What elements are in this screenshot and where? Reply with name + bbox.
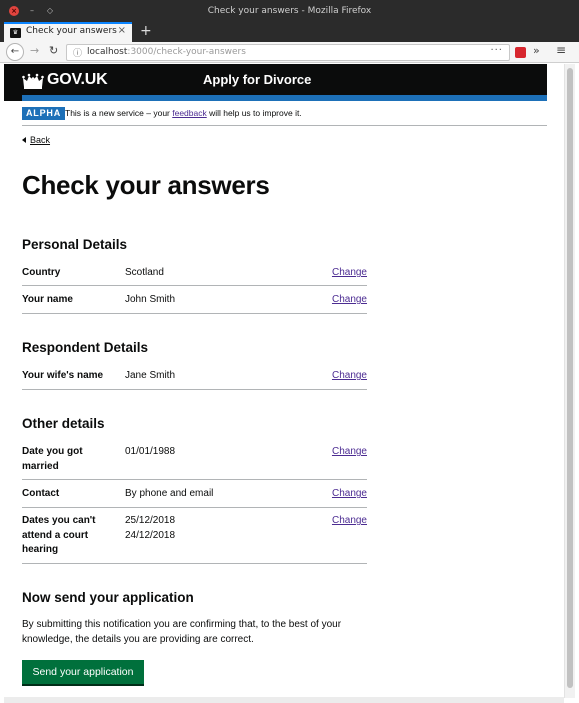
phase-banner-text: This is a new service – your feedback wi… [65,108,302,118]
summary-key: Your wife's name [22,370,104,381]
summary-key: Your name [22,294,73,305]
phase-banner: ALPHA This is a new service – your feedb… [22,101,547,126]
phase-tag: ALPHA [22,107,65,120]
tab-title: Check your answers [26,26,117,36]
crown-icon [22,73,44,89]
tab-close-icon[interactable]: × [118,25,126,36]
govuk-logo-link[interactable]: GOV.UK [47,71,108,89]
summary-key: Contact [22,488,60,499]
declaration-text: By submitting this notification you are … [22,619,342,645]
change-wifes-name-link[interactable]: Change [332,369,367,384]
hamburger-menu-icon[interactable]: ≡ [556,43,566,57]
overflow-chevron-icon[interactable]: » [533,44,540,57]
back-link[interactable]: Back [22,135,50,145]
tab-bar: ♛ Check your answers × + [0,22,579,42]
change-country-link[interactable]: Change [332,266,367,281]
window-titlebar: × – ◇ Check your answers - Mozilla Firef… [0,0,579,22]
crown-favicon-icon: ♛ [10,28,21,38]
service-name-link[interactable]: Apply for Divorce [203,72,311,87]
change-name-link[interactable]: Change [332,293,367,308]
summary-key: Date you got married [22,446,83,472]
summary-row-court-dates: Dates you can't attend a court hearing 2… [22,514,367,564]
url-bar[interactable]: ⓘ localhost:3000/check-your-answers ··· [66,44,510,61]
page-scrollbar[interactable] [564,64,575,698]
page-viewport: GOV.UK Apply for Divorce ALPHA This is a… [4,64,564,698]
summary-row-date-married: Date you got married 01/01/1988 Change [22,445,367,480]
scrollbar-thumb[interactable] [567,68,573,688]
forward-arrow-icon[interactable]: → [30,44,39,57]
nav-toolbar: ← → ↻ ⓘ localhost:3000/check-your-answer… [0,42,579,63]
summary-value: Scotland [125,267,164,278]
govuk-header: GOV.UK Apply for Divorce [4,64,547,101]
summary-value: 25/12/2018 24/12/2018 [125,515,176,541]
summary-key: Dates you can't attend a court hearing [22,515,96,555]
page-title: Check your answers [22,170,270,200]
send-heading: Now send your application [22,590,194,605]
browser-tab[interactable]: ♛ Check your answers × [4,22,132,42]
summary-row-contact: Contact By phone and email Change [22,487,367,508]
summary-value: Jane Smith [125,370,176,381]
change-court-dates-link[interactable]: Change [332,514,367,529]
new-tab-button[interactable]: + [140,23,152,39]
summary-value: 01/01/1988 [125,446,176,457]
summary-row-your-name: Your name John Smith Change [22,293,367,314]
summary-row-wifes-name: Your wife's name Jane Smith Change [22,369,367,390]
summary-value: John Smith [125,294,176,305]
summary-key: Country [22,267,61,278]
window-bottom-edge [4,697,564,703]
page-actions-icon[interactable]: ··· [490,45,503,56]
summary-row-country: Country Scotland Change [22,266,367,286]
url-text[interactable]: localhost:3000/check-your-answers [87,47,246,57]
window-title: Check your answers - Mozilla Firefox [207,6,372,16]
feedback-link[interactable]: feedback [172,108,207,118]
info-icon[interactable]: ⓘ [73,46,82,59]
extension-icon[interactable] [515,47,526,58]
reload-icon[interactable]: ↻ [49,44,58,57]
change-date-married-link[interactable]: Change [332,445,367,460]
section-heading-other-details: Other details [22,416,105,431]
back-arrow-icon[interactable]: ← [6,43,24,61]
back-triangle-icon [22,136,26,143]
section-heading-respondent-details: Respondent Details [22,340,149,355]
send-application-button[interactable]: Send your application [22,660,144,684]
summary-value: By phone and email [125,488,214,499]
section-heading-personal-details: Personal Details [22,237,128,252]
change-contact-link[interactable]: Change [332,487,367,502]
